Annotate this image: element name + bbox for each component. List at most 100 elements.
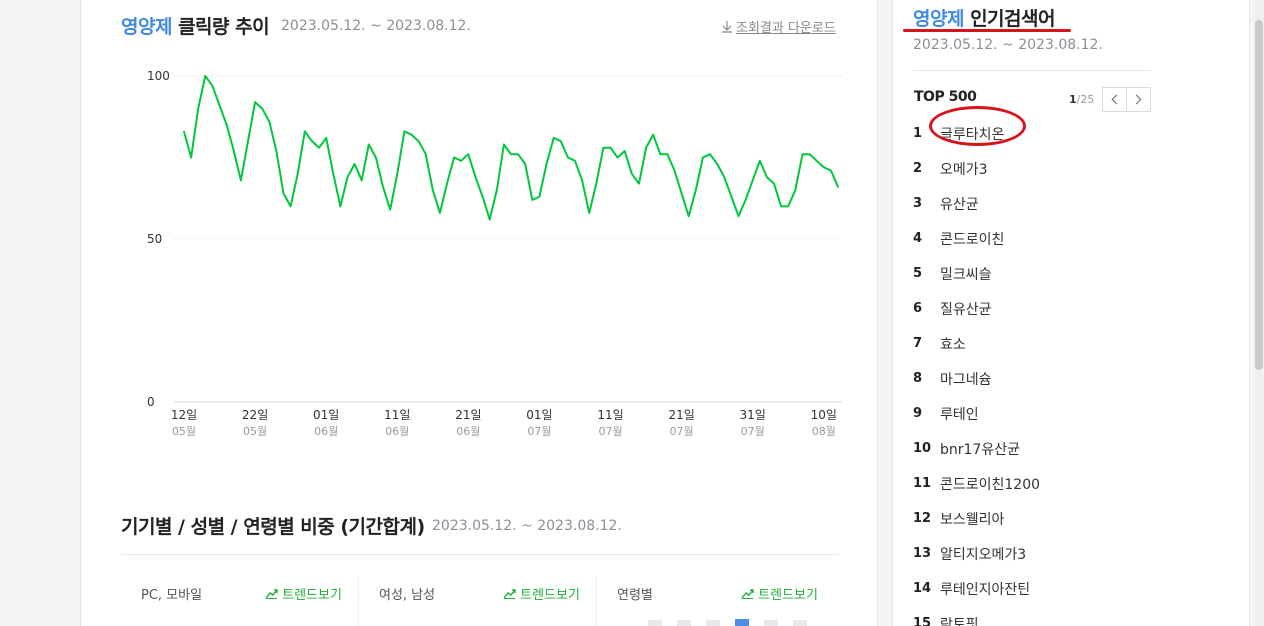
data-point[interactable] [631, 173, 633, 175]
data-point[interactable] [574, 159, 576, 162]
scrollbar-thumb[interactable] [1255, 20, 1263, 370]
keyword-item[interactable]: 11 콘드로이친1200 [913, 466, 1040, 501]
data-point[interactable] [467, 153, 470, 156]
data-point[interactable] [559, 140, 562, 142]
keyword-item[interactable]: 9 루테인 [913, 396, 1040, 431]
data-point[interactable] [225, 124, 228, 126]
device-trend-link[interactable]: 트렌드보기 [265, 584, 342, 603]
keyword-item[interactable]: 15 락토핏 [913, 606, 1040, 626]
keyword-item[interactable]: 2 오메가3 [913, 151, 1040, 186]
data-point[interactable] [232, 150, 235, 152]
gender-trend-link[interactable]: 트렌드보기 [503, 584, 580, 603]
data-point[interactable] [289, 205, 292, 208]
data-point[interactable] [495, 189, 498, 191]
data-point[interactable] [325, 137, 327, 139]
data-point[interactable] [545, 163, 548, 165]
data-point[interactable] [552, 137, 555, 139]
data-point[interactable] [460, 159, 463, 162]
data-point[interactable] [510, 153, 512, 156]
data-point[interactable] [360, 179, 363, 182]
data-point[interactable] [837, 186, 839, 188]
data-point[interactable] [737, 215, 740, 217]
data-point[interactable] [304, 130, 306, 133]
data-point[interactable] [410, 133, 413, 136]
data-point[interactable] [780, 205, 782, 208]
data-point[interactable] [439, 212, 441, 214]
data-point[interactable] [375, 156, 377, 159]
data-point[interactable] [801, 153, 804, 156]
data-point[interactable] [403, 130, 406, 133]
data-point[interactable] [211, 84, 214, 87]
data-point[interactable] [588, 212, 590, 214]
keyword-item[interactable]: 7 효소 [913, 326, 1040, 361]
data-point[interactable] [623, 150, 626, 152]
data-point[interactable] [503, 143, 505, 146]
data-point[interactable] [517, 153, 519, 156]
data-point[interactable] [474, 176, 477, 178]
data-point[interactable] [687, 215, 690, 217]
data-point[interactable] [481, 195, 484, 198]
data-point[interactable] [766, 176, 768, 178]
data-point[interactable] [666, 153, 669, 156]
data-point[interactable] [531, 199, 534, 201]
data-point[interactable] [567, 156, 569, 159]
data-point[interactable] [275, 150, 278, 152]
data-point[interactable] [787, 205, 790, 208]
data-point[interactable] [773, 182, 775, 185]
age-trend-link[interactable]: 트렌드보기 [741, 584, 818, 603]
data-point[interactable] [645, 146, 647, 149]
data-point[interactable] [382, 186, 384, 188]
prev-page-button[interactable] [1102, 87, 1127, 112]
data-point[interactable] [595, 182, 598, 185]
data-point[interactable] [638, 182, 640, 185]
data-point[interactable] [751, 179, 754, 182]
data-point[interactable] [730, 195, 733, 198]
keyword-item[interactable]: 13 알티지오메가3 [913, 536, 1040, 571]
data-point[interactable] [424, 153, 427, 156]
data-point[interactable] [247, 140, 249, 142]
data-point[interactable] [282, 192, 285, 195]
data-point[interactable] [368, 143, 370, 146]
data-point[interactable] [311, 140, 313, 142]
data-point[interactable] [353, 163, 356, 165]
keyword-item[interactable]: 4 콘드로이친 [913, 221, 1040, 256]
keyword-item[interactable]: 14 루테인지아잔틴 [913, 571, 1040, 606]
next-page-button[interactable] [1126, 87, 1151, 112]
data-point[interactable] [609, 146, 612, 149]
data-point[interactable] [396, 173, 399, 175]
keyword-item[interactable]: 10 bnr17유산균 [913, 431, 1040, 466]
data-point[interactable] [759, 159, 761, 162]
data-point[interactable] [261, 107, 263, 110]
data-point[interactable] [417, 140, 420, 142]
data-point[interactable] [296, 173, 299, 175]
data-point[interactable] [794, 189, 797, 191]
data-point[interactable] [702, 156, 704, 159]
data-point[interactable] [453, 156, 455, 159]
data-point[interactable] [524, 163, 527, 165]
data-point[interactable] [432, 189, 434, 191]
data-point[interactable] [488, 218, 491, 221]
data-point[interactable] [254, 101, 256, 103]
data-point[interactable] [240, 179, 242, 182]
data-point[interactable] [744, 199, 747, 201]
data-point[interactable] [446, 182, 448, 185]
data-point[interactable] [538, 195, 541, 198]
data-point[interactable] [581, 179, 583, 182]
data-point[interactable] [815, 159, 818, 162]
data-point[interactable] [808, 153, 811, 156]
data-point[interactable] [616, 156, 619, 159]
data-point[interactable] [716, 163, 718, 165]
data-point[interactable] [197, 107, 200, 110]
data-point[interactable] [652, 133, 654, 136]
data-point[interactable] [680, 192, 683, 195]
data-point[interactable] [318, 146, 320, 149]
keyword-item[interactable]: 3 유산균 [913, 186, 1040, 221]
data-point[interactable] [389, 208, 391, 211]
keyword-item[interactable]: 12 보스웰리아 [913, 501, 1040, 536]
data-point[interactable] [659, 153, 662, 156]
data-point[interactable] [268, 120, 271, 123]
data-point[interactable] [830, 169, 832, 172]
data-point[interactable] [218, 104, 221, 107]
data-point[interactable] [183, 130, 185, 133]
data-point[interactable] [346, 176, 349, 178]
